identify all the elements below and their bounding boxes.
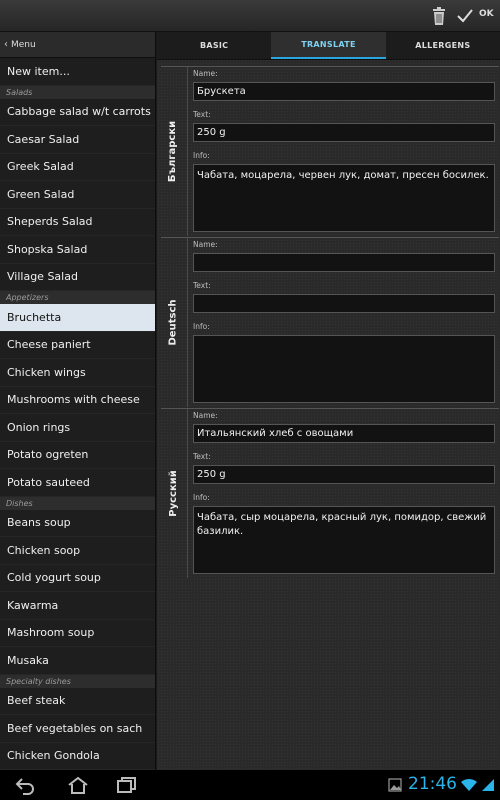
list-item[interactable]: Green Salad	[0, 181, 155, 209]
name-label: Name:	[193, 411, 218, 420]
trash-icon[interactable]	[432, 6, 446, 26]
list-item-selected[interactable]: Bruchetta	[0, 304, 155, 332]
name-field[interactable]	[193, 253, 495, 272]
info-field[interactable]: Чабата, сыр моцарела, красный лук, помид…	[193, 506, 495, 574]
translation-block-bulgarian: Български Name: Брускета Text: 250 g Inf…	[161, 66, 499, 236]
section-header-salads: Salads	[0, 85, 155, 99]
list-item[interactable]: Chicken soop	[0, 537, 155, 565]
menu-header-label: Menu	[11, 39, 36, 50]
translate-panel: BASIC TRANSLATE ALLERGENS Български Name…	[157, 32, 500, 770]
home-icon[interactable]	[66, 775, 90, 795]
name-field[interactable]: Итальянский хлеб с овощами	[193, 424, 495, 443]
text-label: Text:	[193, 110, 211, 119]
divider	[187, 67, 188, 236]
list-item[interactable]: Potato sauteed	[0, 469, 155, 497]
list-item[interactable]: Sheperds Salad	[0, 209, 155, 236]
list-item[interactable]: Caesar Salad	[0, 126, 155, 154]
list-item[interactable]: Beef vegetables on sach	[0, 715, 155, 743]
section-header-dishes: Dishes	[0, 496, 155, 510]
new-item-button[interactable]: New item...	[0, 58, 155, 86]
menu-back-header[interactable]: ‹ Menu	[0, 32, 155, 58]
divider	[187, 238, 188, 407]
info-label: Info:	[193, 493, 210, 502]
translation-block-russian: Русский Name: Итальянский хлеб с овощами…	[161, 408, 499, 578]
translation-block-german: Deutsch Name: Text: Info:	[161, 237, 499, 407]
text-label: Text:	[193, 281, 211, 290]
text-field[interactable]: 250 g	[193, 465, 495, 484]
menu-sidebar: ‹ Menu New item... Salads Cabbage salad …	[0, 32, 156, 770]
divider	[187, 409, 188, 578]
check-icon[interactable]	[456, 6, 474, 26]
name-field[interactable]: Брускета	[193, 82, 495, 101]
list-item[interactable]: Beef steak	[0, 688, 155, 715]
list-item[interactable]: Mashroom soup	[0, 620, 155, 647]
chevron-left-icon: ‹	[4, 39, 8, 50]
tab-basic[interactable]: BASIC	[157, 32, 271, 59]
info-label: Info:	[193, 322, 210, 331]
language-label: Русский	[167, 470, 179, 517]
list-item[interactable]: Shopska Salad	[0, 236, 155, 264]
language-label: Български	[167, 120, 179, 183]
list-item[interactable]: Chicken wings	[0, 359, 155, 387]
info-label: Info:	[193, 151, 210, 160]
tab-translate[interactable]: TRANSLATE	[271, 32, 386, 59]
system-nav-bar: 21:46	[0, 770, 500, 800]
gallery-icon	[388, 778, 402, 792]
list-item[interactable]: Cabbage salad w/t carrots	[0, 99, 155, 126]
name-label: Name:	[193, 240, 218, 249]
language-label: Deutsch	[167, 299, 179, 346]
tab-bar: BASIC TRANSLATE ALLERGENS	[157, 32, 500, 60]
status-clock: 21:46	[408, 774, 457, 794]
text-field[interactable]	[193, 294, 495, 313]
name-label: Name:	[193, 69, 218, 78]
text-field[interactable]: 250 g	[193, 123, 495, 142]
text-label: Text:	[193, 452, 211, 461]
list-item[interactable]: Mushrooms with cheese	[0, 387, 155, 414]
action-bar: OK	[0, 0, 500, 32]
list-item[interactable]: Cold yogurt soup	[0, 565, 155, 592]
signal-icon	[482, 779, 494, 791]
tab-allergens[interactable]: ALLERGENS	[386, 32, 500, 59]
list-item[interactable]: Greek Salad	[0, 154, 155, 181]
wifi-icon	[461, 778, 477, 791]
list-item[interactable]: Village Salad	[0, 264, 155, 291]
info-field[interactable]: Чабата, моцарела, червен лук, домат, пре…	[193, 164, 495, 232]
list-item[interactable]: Chicken Gondola	[0, 743, 155, 770]
back-icon[interactable]	[14, 775, 36, 795]
list-item[interactable]: Potato ogreten	[0, 442, 155, 469]
section-header-specialty: Specialty dishes	[0, 674, 155, 688]
list-item[interactable]: Kawarma	[0, 592, 155, 620]
section-header-appetizers: Appetizers	[0, 291, 155, 304]
info-field[interactable]	[193, 335, 495, 403]
list-item[interactable]: Onion rings	[0, 414, 155, 442]
ok-label[interactable]: OK	[479, 9, 494, 19]
recent-apps-icon[interactable]	[116, 775, 138, 795]
list-item[interactable]: Beans soup	[0, 510, 155, 537]
list-item[interactable]: Cheese paniert	[0, 332, 155, 359]
list-item[interactable]: Musaka	[0, 647, 155, 675]
